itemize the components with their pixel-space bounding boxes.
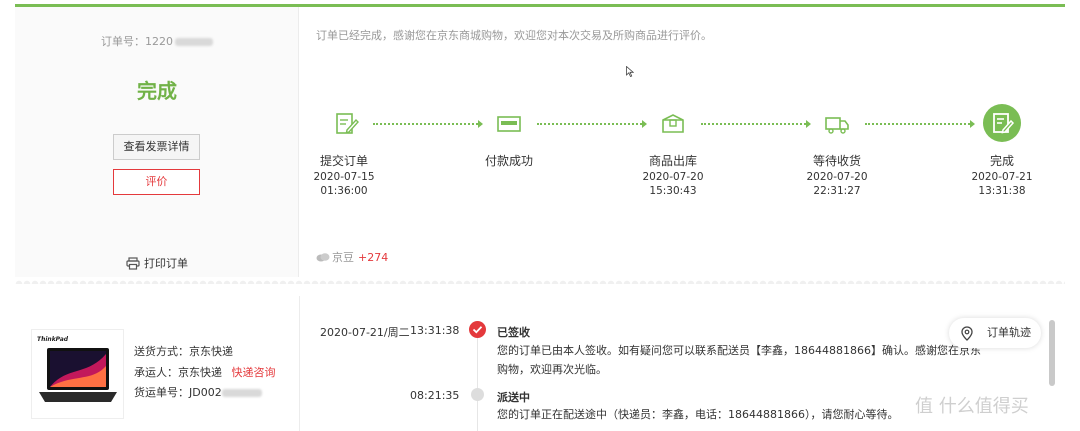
step-label-payment: 付款成功 [484,154,533,168]
shipment-divider [299,296,300,431]
step-label-complete: 完成 [989,154,1014,168]
delivery-truck-icon [824,111,850,137]
mouse-cursor-icon [626,65,635,80]
jd-bean-label: 京豆 [332,251,354,264]
progress-connector [865,123,970,125]
courier-inquiry-link[interactable]: 快递咨询 [232,366,276,379]
location-pin-icon [961,326,973,341]
step-date-submit: 2020-07-15 [313,171,375,183]
printer-icon [126,257,140,270]
jd-bean-icon [316,253,330,262]
timeline-event-title: 派送中 [497,391,530,404]
print-order-label: 打印订单 [144,257,188,270]
product-thumbnail[interactable]: ThinkPad [31,329,124,419]
order-status: 完成 [137,79,177,103]
delivery-method: 送货方式：京东快递 [134,345,233,358]
edit-order-icon [334,111,360,137]
check-circle-icon [469,321,486,338]
tracking-number: 货运单号：JD002 [134,384,262,400]
package-icon [660,111,686,137]
jd-bean-reward: 京豆 +274 [316,249,388,265]
order-number-redacted [175,38,213,46]
timeline-event-title: 已签收 [497,326,530,339]
step-date-outbound: 2020-07-20 [642,171,704,183]
order-thanks-message: 订单已经完成，感谢您在京东商城购物，欢迎您对本次交易及所购商品进行评价。 [316,29,712,42]
connector-arrow-icon [478,120,483,128]
order-summary-panel: 订单号：1220 完成 查看发票详情 评价 打印订单 [15,7,299,277]
step-date-awaiting: 2020-07-20 [806,171,868,183]
timeline-time: 08:21:35 [410,389,460,402]
connector-arrow-icon [642,120,647,128]
step-label-awaiting: 等待收货 [812,154,861,168]
tracking-number-redacted [221,389,262,397]
watermark-logo: 值 什么值得买 [915,396,1029,417]
step-time-awaiting: 22:31:27 [813,185,861,197]
order-track-button[interactable]: 订单轨迹 [949,318,1041,348]
step-label-submit: 提交订单 [319,154,368,168]
timeline-event-text: 您的订单正在配送途中（快递员：李鑫，电话：18644881866），请您耐心等待… [497,408,899,421]
step-date-complete: 2020-07-21 [971,171,1033,183]
timeline-dot-icon [471,388,484,401]
connector-arrow-icon [806,120,811,128]
order-track-label: 订单轨迹 [987,326,1031,339]
order-number-value: 1220 [145,35,173,48]
timeline-event-text: 购物，欢迎再次光临。 [497,363,607,376]
laptop-image [39,348,117,402]
scrollbar-thumb[interactable] [1049,320,1055,386]
step-time-outbound: 15:30:43 [649,185,697,197]
card-scallop-edge [15,276,1065,284]
progress-connector [373,123,478,125]
connector-arrow-icon [970,120,975,128]
view-invoice-button[interactable]: 查看发票详情 [113,134,200,160]
step-time-submit: 01:36:00 [320,185,368,197]
step-time-complete: 13:31:38 [978,185,1026,197]
jd-bean-value: +274 [358,251,389,264]
timeline-event-text: 您的订单已由本人签收。如有疑问您可以联系配送员【李鑫，18644881866】确… [497,344,981,357]
timeline-date: 2020-07-21/周二 [320,326,410,339]
carrier-label: 承运人：京东快递 [134,366,222,379]
progress-connector [701,123,806,125]
timeline-time: 13:31:38 [410,324,460,337]
product-brand-mark: ThinkPad [37,336,69,343]
progress-connector [537,123,642,125]
timeline-line [477,338,478,431]
step-label-outbound: 商品出库 [648,154,697,168]
print-order-link[interactable]: 打印订单 [15,255,299,271]
completed-check-icon [983,104,1021,142]
payment-card-icon [496,111,522,137]
review-button[interactable]: 评价 [113,169,200,195]
carrier: 承运人：京东快递 快递咨询 [134,364,276,380]
order-number: 订单号：1220 [15,33,299,49]
tracking-number-label: 货运单号：JD002 [134,386,222,399]
order-number-label: 订单号： [101,35,145,48]
